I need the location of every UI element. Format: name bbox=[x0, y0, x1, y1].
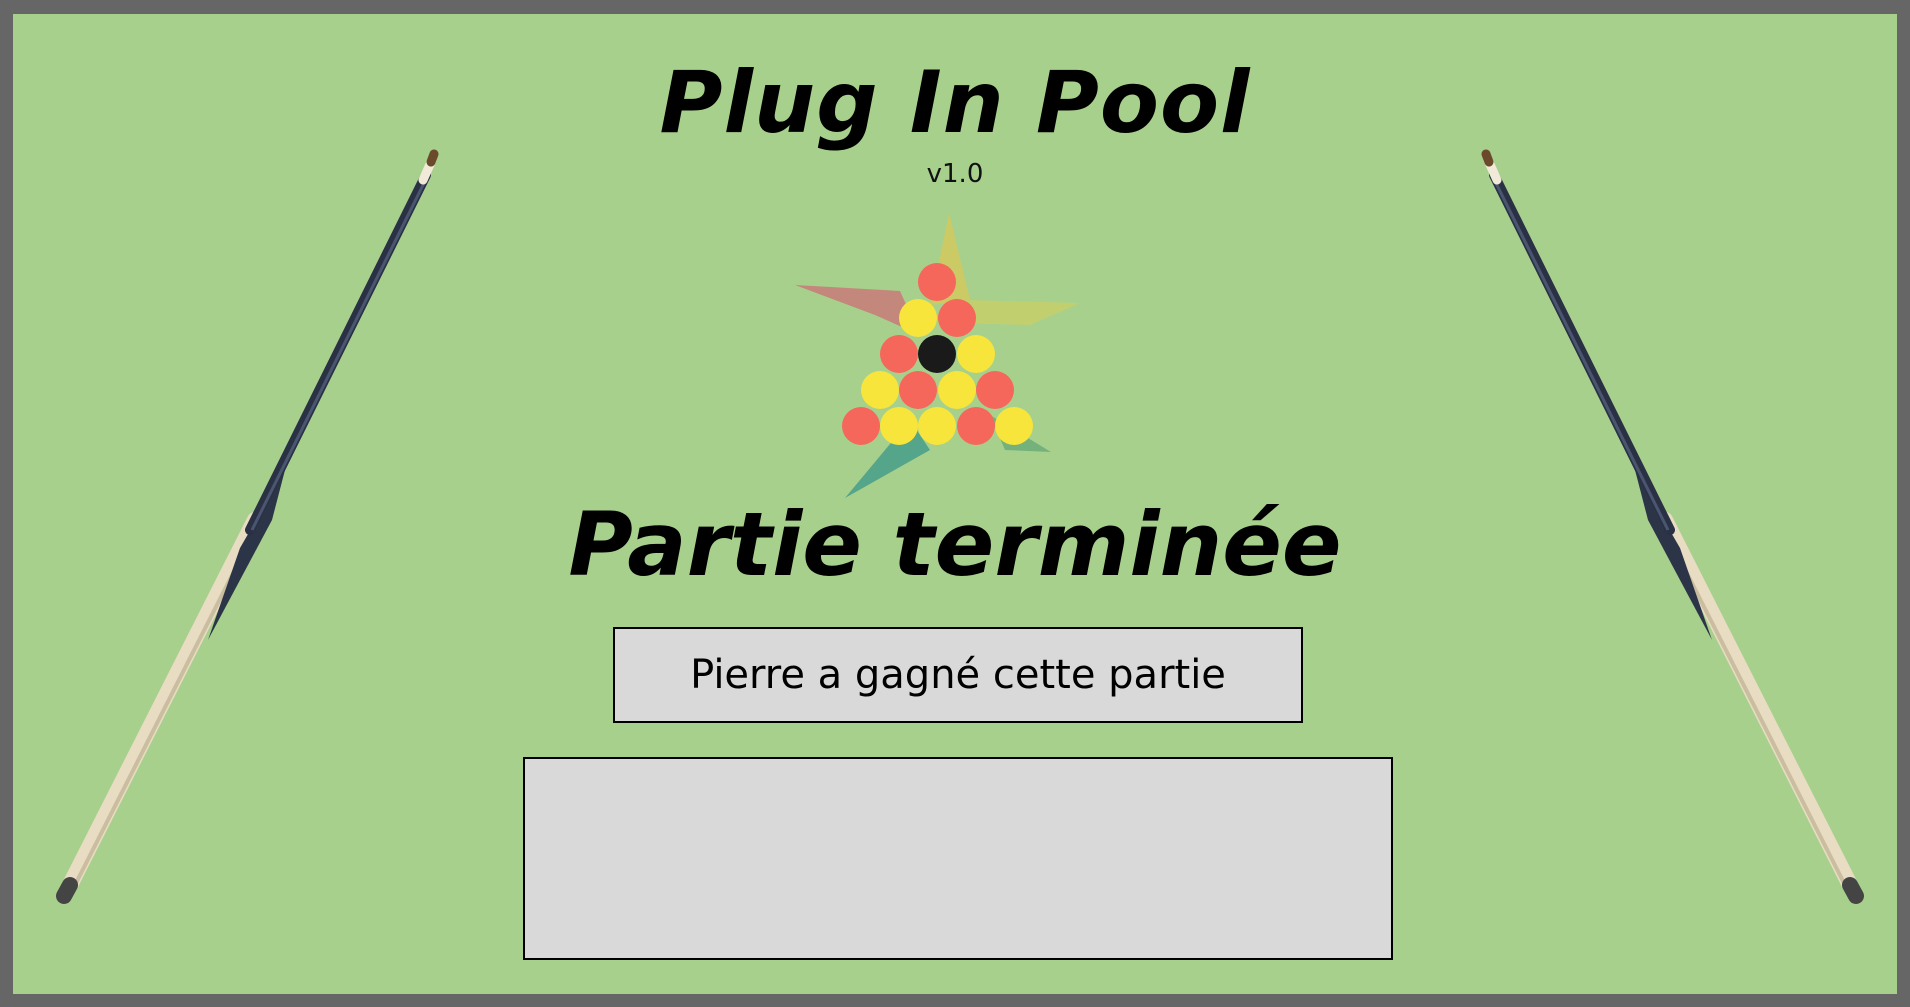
winner-message: Pierre a gagné cette partie bbox=[690, 652, 1226, 698]
ball bbox=[918, 335, 956, 373]
ball bbox=[918, 407, 956, 445]
ball bbox=[995, 407, 1033, 445]
game-title: Plug In Pool bbox=[659, 53, 1251, 153]
app-frame: Plug In Pool v1.0 Partie terminée Pierre… bbox=[0, 0, 1910, 1007]
ball bbox=[938, 371, 976, 409]
ball bbox=[842, 407, 880, 445]
ball bbox=[957, 335, 995, 373]
ball bbox=[861, 371, 899, 409]
winner-message-box: Pierre a gagné cette partie bbox=[613, 627, 1303, 723]
ball bbox=[976, 371, 1014, 409]
ball bbox=[957, 407, 995, 445]
ball bbox=[899, 371, 937, 409]
ball bbox=[938, 299, 976, 337]
ball bbox=[880, 335, 918, 373]
logo-star-right-arm bbox=[960, 300, 1080, 325]
ball bbox=[918, 263, 956, 301]
results-panel bbox=[523, 757, 1393, 960]
ball bbox=[880, 407, 918, 445]
pool-rack-star-logo bbox=[795, 213, 1080, 498]
version-label: v1.0 bbox=[926, 159, 984, 189]
ball bbox=[899, 299, 937, 337]
game-over-heading: Partie terminée bbox=[568, 493, 1342, 596]
